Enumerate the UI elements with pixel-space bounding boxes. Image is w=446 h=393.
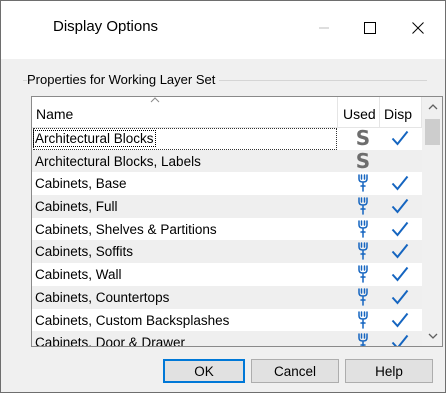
vertical-scrollbar[interactable] (422, 97, 442, 346)
row-name: Cabinets, Base (35, 176, 127, 192)
wrench-icon[interactable] (352, 286, 374, 308)
scroll-down-button[interactable] (423, 326, 442, 346)
display-checkmark-cell[interactable] (388, 195, 412, 217)
properties-list[interactable]: Name Used Disp Architectural Blocks S Arch… (31, 96, 443, 347)
column-header-name[interactable]: Name (36, 106, 73, 122)
special-s-icon[interactable]: S (352, 150, 374, 172)
row-name: Cabinets, Wall (35, 267, 122, 283)
window-title: Display Options (53, 18, 159, 35)
chevron-down-icon (428, 333, 437, 339)
checkmark-icon (391, 335, 409, 346)
wrench-icon[interactable] (352, 172, 374, 194)
display-checkmark-cell[interactable] (388, 218, 412, 240)
maximize-button[interactable] (347, 10, 393, 46)
list-row[interactable]: Architectural Blocks, Labels S (32, 149, 422, 173)
checkmark-icon (391, 130, 409, 146)
column-header-disp[interactable]: Disp (384, 106, 412, 122)
row-used-value: S (355, 126, 371, 150)
scroll-up-button[interactable] (423, 97, 442, 117)
title-bar: Display Options (1, 1, 445, 59)
wrench-icon[interactable] (352, 263, 374, 285)
group-label: Properties for Working Layer Set (27, 72, 220, 87)
cancel-button[interactable]: Cancel (251, 359, 339, 383)
list-row[interactable]: Cabinets, Countertops (32, 285, 422, 309)
wrench-icon[interactable] (352, 218, 374, 240)
list-header: Name Used Disp (32, 97, 442, 128)
checkmark-icon (391, 198, 409, 214)
checkmark-icon (391, 267, 409, 282)
display-checkmark-cell[interactable] (388, 240, 412, 262)
close-icon (412, 22, 424, 34)
column-header-used[interactable]: Used (343, 106, 376, 122)
minimize-button[interactable] (301, 10, 347, 46)
ok-button[interactable]: OK (163, 359, 245, 383)
display-checkmark-cell[interactable] (388, 286, 412, 308)
list-row[interactable]: Cabinets, Wall (32, 263, 422, 286)
list-row[interactable]: Cabinets, Door & Drawer (32, 331, 422, 347)
list-rows: Architectural Blocks S Architectural Block… (32, 127, 422, 347)
sort-ascending-icon (150, 97, 160, 103)
special-s-icon[interactable]: S (352, 127, 374, 149)
display-options-dialog: Display Options Properties for Working L… (0, 0, 446, 393)
checkmark-icon (391, 312, 409, 328)
row-name: Cabinets, Door & Drawer (35, 335, 186, 347)
checkmark-icon (391, 221, 409, 237)
row-name: Cabinets, Countertops (35, 289, 170, 305)
row-name: Cabinets, Shelves & Partitions (35, 221, 217, 237)
column-divider[interactable] (337, 97, 338, 127)
wrench-icon[interactable] (352, 195, 374, 217)
list-row[interactable]: Cabinets, Soffits (32, 240, 422, 264)
list-row[interactable]: Cabinets, Custom Backsplashes (32, 309, 422, 332)
row-name: Architectural Blocks (33, 130, 156, 147)
list-row[interactable]: Cabinets, Full (32, 195, 422, 218)
row-name: Cabinets, Soffits (35, 244, 134, 260)
checkmark-icon (391, 176, 409, 191)
minimize-icon (319, 27, 329, 29)
display-checkmark-cell[interactable] (388, 172, 412, 194)
checkmark-icon (391, 289, 409, 305)
display-checkmark-cell[interactable] (388, 309, 412, 331)
list-row[interactable]: Cabinets, Base (32, 172, 422, 195)
wrench-icon[interactable] (352, 240, 374, 262)
display-checkmark-cell[interactable] (388, 331, 412, 346)
help-button[interactable]: Help (345, 359, 433, 383)
wrench-icon[interactable] (352, 331, 374, 346)
wrench-icon[interactable] (352, 309, 374, 331)
display-checkmark-cell[interactable] (388, 127, 412, 149)
maximize-icon (364, 22, 376, 34)
row-name: Cabinets, Full (35, 199, 118, 215)
scroll-thumb[interactable] (425, 119, 440, 145)
checkmark-icon (391, 244, 409, 259)
chevron-up-icon (428, 104, 437, 110)
list-row[interactable]: Architectural Blocks S (32, 127, 422, 150)
display-checkmark-cell[interactable] (388, 150, 412, 172)
display-checkmark-cell[interactable] (388, 263, 412, 285)
row-name: Cabinets, Custom Backsplashes (35, 312, 230, 328)
row-name: Architectural Blocks, Labels (35, 153, 201, 169)
row-used-value: S (355, 148, 371, 173)
column-divider[interactable] (379, 97, 380, 127)
close-button[interactable] (395, 10, 441, 46)
list-row[interactable]: Cabinets, Shelves & Partitions (32, 218, 422, 241)
